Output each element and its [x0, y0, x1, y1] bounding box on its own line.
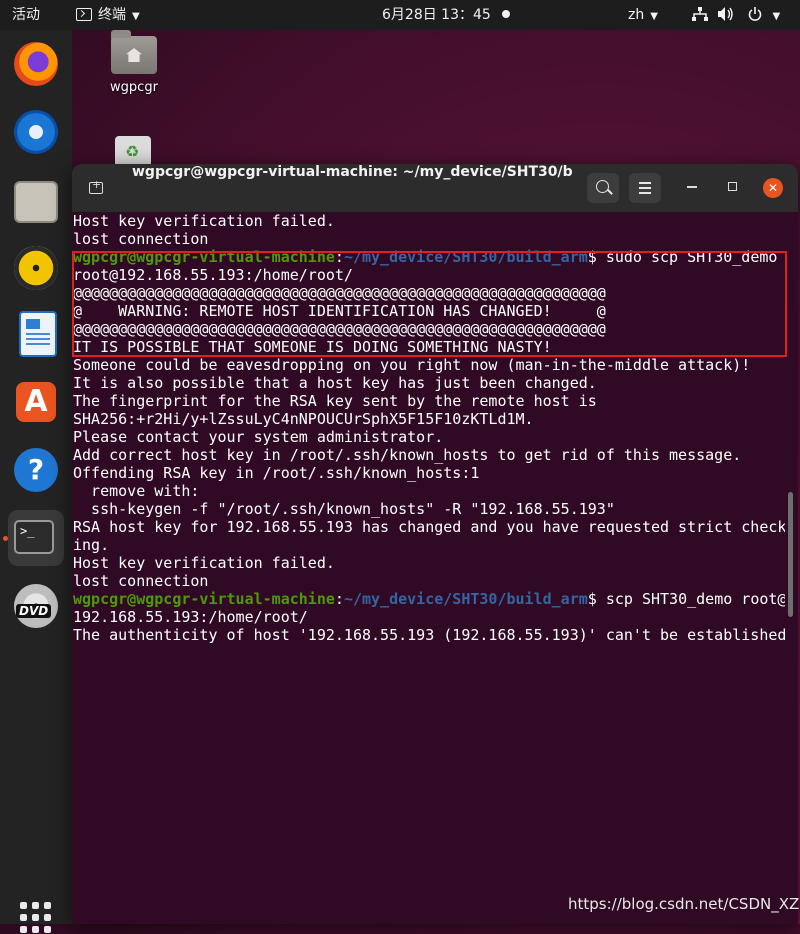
close-button[interactable]: ✕ [763, 178, 783, 198]
watermark: https://blog.csdn.net/CSDN_XZ [568, 895, 800, 913]
trash-icon[interactable] [115, 136, 151, 164]
dvd-label: DVD [16, 604, 52, 618]
window-title: wgpcgr@wgpcgr-virtual-machine: ~/my_devi… [132, 164, 572, 180]
terminal-icon: >_ [14, 520, 54, 554]
terminal-launcher[interactable]: >_ [3, 510, 64, 566]
rhythmbox-launcher[interactable] [8, 240, 64, 296]
help-launcher[interactable]: ? [8, 442, 64, 498]
software-center-icon: A [16, 382, 56, 422]
terminal-line: Host key verification failed. [73, 212, 335, 230]
terminal-icon [76, 8, 92, 21]
running-indicator-icon [3, 536, 8, 541]
terminal-line: Someone could be eavesdropping on you ri… [73, 356, 751, 374]
files-launcher[interactable] [8, 172, 64, 228]
power-icon[interactable]: ▼ [748, 0, 780, 30]
notification-dot-icon [502, 10, 510, 18]
terminal-line: ing. [73, 536, 110, 554]
firefox-launcher[interactable] [8, 36, 64, 92]
thunderbird-launcher[interactable] [8, 104, 64, 160]
search-icon [596, 180, 609, 193]
command-text: scp SHT30_demo root@ [596, 590, 785, 608]
terminal-line: SHA256:+r2Hi/y+lZssuLyC4nNPOUCUrSphX5F15… [73, 410, 534, 428]
terminal-line: It is also possible that a host key has … [73, 374, 597, 392]
desktop-home-label: wgpcgr [110, 80, 158, 95]
new-tab-button[interactable] [82, 174, 110, 202]
terminal-line: lost connection [73, 230, 209, 248]
search-button[interactable] [587, 173, 619, 203]
writer-icon [19, 311, 57, 357]
home-folder-icon [111, 30, 157, 74]
maximize-button[interactable] [728, 182, 737, 191]
help-icon: ? [14, 448, 58, 492]
clock[interactable]: 6月28日 13：45 [382, 0, 491, 30]
desktop-home-folder[interactable]: wgpcgr [100, 30, 168, 95]
dock: A ? >_ DVD [0, 30, 72, 933]
minimize-button[interactable] [687, 186, 697, 188]
terminal-line: The authenticity of host '192.168.55.193… [73, 626, 785, 644]
red-highlight-box [72, 251, 787, 357]
chevron-down-icon: ▼ [772, 11, 781, 22]
chevron-down-icon: ▼ [650, 11, 658, 22]
terminal-line: Host key verification failed. [73, 554, 335, 572]
terminal-line: 192.168.55.193:/home/root/ [73, 608, 308, 626]
terminal-line: remove with: [73, 482, 200, 500]
language-label: zh [628, 7, 645, 23]
firefox-icon [14, 42, 58, 86]
thunderbird-icon [14, 110, 58, 154]
activities-button[interactable]: 活动 [12, 0, 40, 30]
show-applications-icon[interactable] [20, 902, 52, 934]
hamburger-menu-icon [639, 182, 651, 194]
terminal-line: Add correct host key in /root/.ssh/known… [73, 446, 742, 464]
input-method-button[interactable]: zh ▼ [628, 0, 658, 30]
chevron-down-icon: ▼ [132, 11, 140, 22]
new-tab-icon [89, 178, 103, 194]
terminal-line: ssh-keygen -f "/root/.ssh/known_hosts" -… [73, 500, 615, 518]
app-menu-button[interactable]: 终端 ▼ [76, 0, 140, 30]
top-bar: 活动 终端 ▼ 6月28日 13：45 zh ▼ ▼ [0, 0, 800, 30]
app-menu-label: 终端 [98, 7, 126, 23]
terminal-line: The fingerprint for the RSA key sent by … [73, 392, 597, 410]
dvd-launcher[interactable]: DVD [8, 578, 64, 634]
terminal-prompt-line: wgpcgr@wgpcgr-virtual-machine:~/my_devic… [73, 590, 785, 608]
terminal-line: Please contact your system administrator… [73, 428, 444, 446]
writer-launcher[interactable] [8, 306, 64, 362]
terminal-line: Offending RSA key in /root/.ssh/known_ho… [73, 464, 480, 482]
volume-icon[interactable] [718, 0, 734, 30]
menu-button[interactable] [629, 173, 661, 203]
prompt-end: $ [587, 590, 597, 608]
prompt-separator: : [334, 590, 344, 608]
software-launcher[interactable]: A [8, 374, 64, 430]
terminal-line: RSA host key for 192.168.55.193 has chan… [73, 518, 785, 536]
network-icon[interactable] [692, 0, 708, 30]
terminal-scrollbar[interactable] [788, 492, 793, 617]
files-icon [14, 181, 58, 223]
terminal-line: lost connection [73, 572, 209, 590]
prompt-path: ~/my_device/SHT30/build_arm [343, 590, 588, 608]
rhythmbox-icon [14, 246, 58, 290]
terminal-titlebar[interactable]: wgpcgr@wgpcgr-virtual-machine: ~/my_devi… [72, 164, 798, 212]
prompt-user: wgpcgr@wgpcgr-virtual-machine [73, 590, 335, 608]
